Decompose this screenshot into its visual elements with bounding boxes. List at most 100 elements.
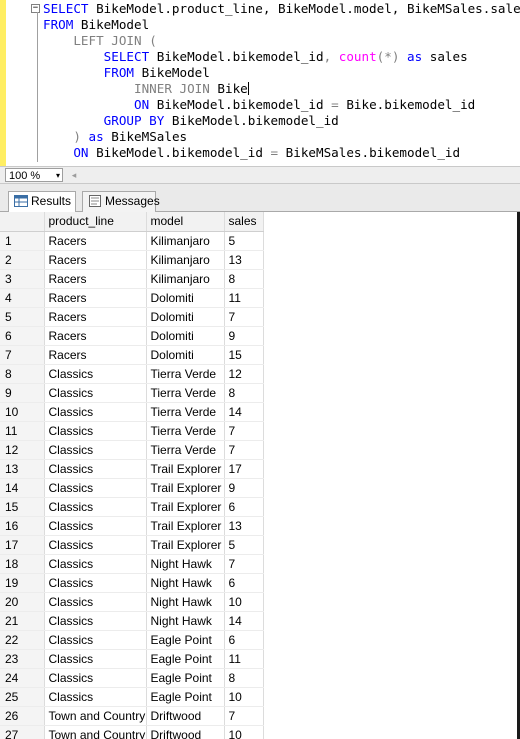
cell-model[interactable]: Tierra Verde — [146, 421, 225, 441]
table-row[interactable]: 11 Classics Tierra Verde 7 — [0, 421, 264, 441]
table-row[interactable]: 3 Racers Kilimanjaro 8 — [0, 269, 264, 289]
zoom-select[interactable]: 100 % ▾ — [5, 168, 63, 182]
cell-product-line[interactable]: Classics — [44, 459, 147, 479]
cell-sales[interactable]: 11 — [224, 649, 264, 669]
code-line[interactable]: ) as BikeMSales — [43, 129, 520, 145]
cell-sales[interactable]: 17 — [224, 459, 264, 479]
table-row[interactable]: 15 Classics Trail Explorer 6 — [0, 497, 264, 517]
cell-model[interactable]: Eagle Point — [146, 649, 225, 669]
cell-product-line[interactable]: Racers — [44, 269, 147, 289]
cell-model[interactable]: Eagle Point — [146, 687, 225, 707]
cell-model[interactable]: Trail Explorer — [146, 478, 225, 498]
cell-sales[interactable]: 9 — [224, 326, 264, 346]
cell-product-line[interactable]: Classics — [44, 402, 147, 422]
cell-sales[interactable]: 8 — [224, 383, 264, 403]
row-number[interactable]: 7 — [0, 345, 45, 365]
collapse-icon[interactable]: − — [31, 4, 40, 13]
table-row[interactable]: 7 Racers Dolomiti 15 — [0, 345, 264, 365]
row-number[interactable]: 24 — [0, 668, 45, 688]
table-row[interactable]: 26 Town and Country Driftwood 7 — [0, 706, 264, 726]
row-number[interactable]: 12 — [0, 440, 45, 460]
cell-sales[interactable]: 13 — [224, 516, 264, 536]
code-line[interactable]: FROM BikeModel — [43, 65, 520, 81]
cell-model[interactable]: Driftwood — [146, 725, 225, 739]
cell-sales[interactable]: 10 — [224, 687, 264, 707]
cell-sales[interactable]: 8 — [224, 269, 264, 289]
cell-model[interactable]: Dolomiti — [146, 307, 225, 327]
cell-product-line[interactable]: Classics — [44, 611, 147, 631]
cell-product-line[interactable]: Town and Country — [44, 706, 147, 726]
cell-model[interactable]: Night Hawk — [146, 573, 225, 593]
cell-sales[interactable]: 5 — [224, 231, 264, 251]
cell-product-line[interactable]: Classics — [44, 478, 147, 498]
cell-model[interactable]: Tierra Verde — [146, 440, 225, 460]
results-grid[interactable]: product_line model sales 1 Racers Kilimanj… — [0, 212, 520, 739]
cell-sales[interactable]: 7 — [224, 440, 264, 460]
cell-sales[interactable]: 6 — [224, 630, 264, 650]
cell-sales[interactable]: 6 — [224, 497, 264, 517]
cell-model[interactable]: Dolomiti — [146, 326, 225, 346]
row-number[interactable]: 6 — [0, 326, 45, 346]
row-number[interactable]: 27 — [0, 725, 45, 739]
row-number[interactable]: 13 — [0, 459, 45, 479]
chevron-down-icon[interactable]: ▾ — [56, 169, 60, 183]
corner-cell[interactable] — [0, 212, 45, 232]
cell-product-line[interactable]: Classics — [44, 440, 147, 460]
cell-product-line[interactable]: Classics — [44, 383, 147, 403]
cell-model[interactable]: Kilimanjaro — [146, 231, 225, 251]
cell-sales[interactable]: 13 — [224, 250, 264, 270]
cell-sales[interactable]: 10 — [224, 592, 264, 612]
cell-product-line[interactable]: Classics — [44, 516, 147, 536]
table-row[interactable]: 8 Classics Tierra Verde 12 — [0, 364, 264, 384]
table-row[interactable]: 14 Classics Trail Explorer 9 — [0, 478, 264, 498]
cell-model[interactable]: Trail Explorer — [146, 497, 225, 517]
cell-model[interactable]: Tierra Verde — [146, 402, 225, 422]
row-number[interactable]: 11 — [0, 421, 45, 441]
table-row[interactable]: 13 Classics Trail Explorer 17 — [0, 459, 264, 479]
cell-sales[interactable]: 14 — [224, 611, 264, 631]
row-number[interactable]: 16 — [0, 516, 45, 536]
cell-model[interactable]: Night Hawk — [146, 554, 225, 574]
row-number[interactable]: 23 — [0, 649, 45, 669]
cell-product-line[interactable]: Classics — [44, 649, 147, 669]
column-header-product-line[interactable]: product_line — [44, 212, 147, 232]
sql-code[interactable]: SELECT BikeModel.product_line, BikeModel… — [43, 1, 520, 161]
row-number[interactable]: 22 — [0, 630, 45, 650]
column-header-sales[interactable]: sales — [224, 212, 264, 232]
cell-product-line[interactable]: Classics — [44, 630, 147, 650]
row-number[interactable]: 19 — [0, 573, 45, 593]
cell-model[interactable]: Dolomiti — [146, 345, 225, 365]
table-row[interactable]: 5 Racers Dolomiti 7 — [0, 307, 264, 327]
row-number[interactable]: 9 — [0, 383, 45, 403]
table-row[interactable]: 17 Classics Trail Explorer 5 — [0, 535, 264, 555]
cell-product-line[interactable]: Racers — [44, 345, 147, 365]
cell-model[interactable]: Trail Explorer — [146, 516, 225, 536]
cell-product-line[interactable]: Town and Country — [44, 725, 147, 739]
table-row[interactable]: 22 Classics Eagle Point 6 — [0, 630, 264, 650]
sql-editor[interactable]: − SELECT BikeModel.product_line, BikeMod… — [0, 0, 520, 166]
cell-model[interactable]: Eagle Point — [146, 668, 225, 688]
row-number[interactable]: 5 — [0, 307, 45, 327]
cell-sales[interactable]: 15 — [224, 345, 264, 365]
cell-model[interactable]: Trail Explorer — [146, 459, 225, 479]
table-row[interactable]: 4 Racers Dolomiti 11 — [0, 288, 264, 308]
table-row[interactable]: 23 Classics Eagle Point 11 — [0, 649, 264, 669]
table-row[interactable]: 1 Racers Kilimanjaro 5 — [0, 231, 264, 251]
cell-product-line[interactable]: Racers — [44, 231, 147, 251]
cell-product-line[interactable]: Racers — [44, 288, 147, 308]
tab-messages[interactable]: Messages — [82, 191, 160, 212]
cell-product-line[interactable]: Classics — [44, 554, 147, 574]
row-number[interactable]: 8 — [0, 364, 45, 384]
tab-results[interactable]: Results — [8, 191, 76, 213]
row-number[interactable]: 4 — [0, 288, 45, 308]
cell-model[interactable]: Night Hawk — [146, 592, 225, 612]
cell-model[interactable]: Driftwood — [146, 706, 225, 726]
cell-sales[interactable]: 6 — [224, 573, 264, 593]
cell-product-line[interactable]: Racers — [44, 326, 147, 346]
table-row[interactable]: 25 Classics Eagle Point 10 — [0, 687, 264, 707]
cell-product-line[interactable]: Classics — [44, 535, 147, 555]
cell-model[interactable]: Eagle Point — [146, 630, 225, 650]
row-number[interactable]: 14 — [0, 478, 45, 498]
table-row[interactable]: 12 Classics Tierra Verde 7 — [0, 440, 264, 460]
table-row[interactable]: 20 Classics Night Hawk 10 — [0, 592, 264, 612]
